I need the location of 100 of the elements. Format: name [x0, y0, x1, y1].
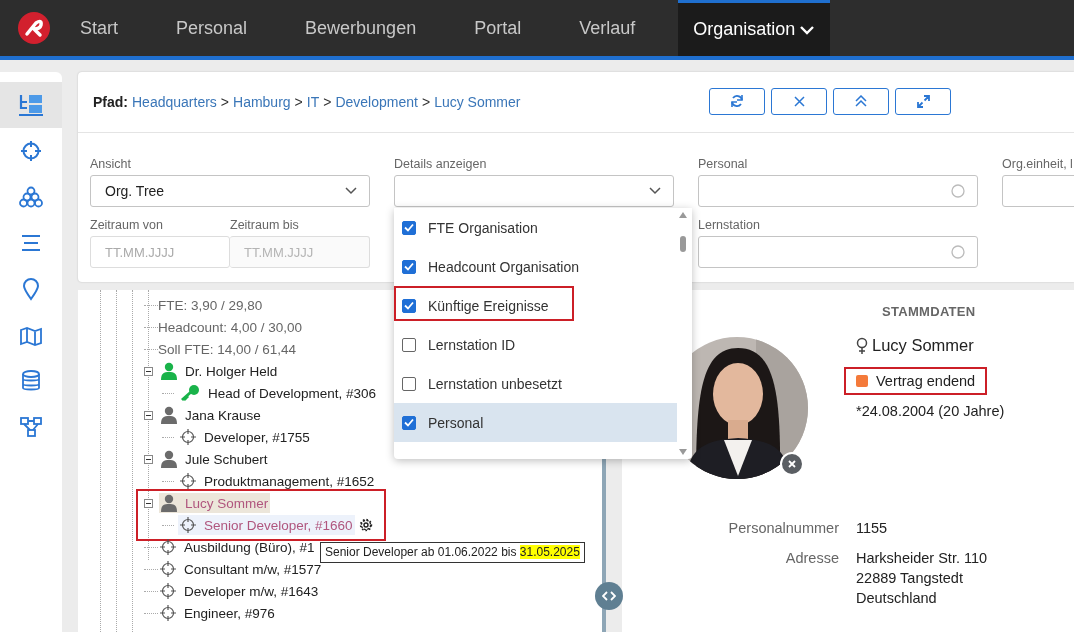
person-icon: [161, 494, 177, 512]
crosshair-icon: [20, 140, 42, 162]
tree-icon: [18, 93, 44, 117]
tree-item[interactable]: Engineer, #976: [158, 603, 277, 623]
tree-item[interactable]: Lucy Sommer: [159, 493, 271, 513]
scrollbar-thumb[interactable]: [680, 236, 686, 252]
checkbox[interactable]: [402, 220, 416, 235]
tree-item[interactable]: Developer m/w, #1643: [158, 581, 321, 601]
refresh-button[interactable]: [709, 87, 765, 115]
field-label: Org.einheit, l: [1002, 156, 1074, 173]
database-icon: [20, 369, 42, 393]
chevron-down-icon: [649, 187, 661, 195]
collapse-icon[interactable]: [144, 410, 153, 420]
tree-item[interactable]: Developer, #1755: [178, 427, 312, 447]
checkbox[interactable]: [402, 259, 416, 274]
breadcrumb-link[interactable]: Headquarters: [132, 94, 217, 110]
expand-button[interactable]: [895, 87, 951, 115]
logo-icon: [18, 12, 50, 44]
crosshair-icon: [180, 517, 196, 533]
breadcrumb-link[interactable]: Lucy Sommer: [434, 94, 521, 110]
chevron-down-icon: [345, 187, 357, 195]
female-icon: [856, 336, 868, 355]
field-label: Details anzeigen: [394, 156, 488, 173]
checkbox[interactable]: [402, 337, 416, 352]
option-label: Personal: [428, 414, 484, 431]
sidebar-item[interactable]: [0, 82, 62, 128]
nav-tab[interactable]: Organisation: [678, 0, 831, 56]
breadcrumb-link[interactable]: Hamburg: [233, 94, 291, 110]
scroll-up-icon[interactable]: [679, 212, 687, 218]
tree-item[interactable]: Consultant m/w, #1577: [158, 559, 324, 579]
status-label: Vertrag endend: [876, 373, 976, 389]
path-separator: >: [220, 94, 229, 110]
path-label: Pfad:: [93, 94, 128, 110]
circle-icon: [951, 245, 965, 259]
dropdown-option[interactable]: Headcount Organisation: [394, 247, 677, 286]
remove-photo-button[interactable]: [780, 452, 804, 476]
crosshair-icon: [160, 583, 176, 599]
dropdown-option[interactable]: FTE Organisation: [394, 208, 677, 247]
scroll-down-icon[interactable]: [679, 449, 687, 455]
section-heading: STAMMDATEN: [881, 304, 977, 319]
crosshair-icon: [160, 561, 176, 577]
field-value: Deutschland: [856, 590, 938, 606]
date-field[interactable]: TT.MM.JJJJ: [90, 236, 230, 268]
circle-icon: [951, 184, 965, 198]
person-icon: [161, 362, 177, 380]
person-name: Lucy Sommer: [872, 336, 974, 355]
checkbox[interactable]: [402, 415, 416, 430]
dropdown-option[interactable]: Personal: [394, 403, 677, 442]
close-icon: [788, 460, 796, 468]
tree-item[interactable]: Ausbildung (Büro), #1: [158, 537, 317, 557]
expand-icon: [916, 94, 930, 108]
field-label: Adresse: [784, 550, 839, 568]
collapse-button[interactable]: [833, 87, 889, 115]
settings-icon[interactable]: [358, 518, 373, 532]
breadcrumb-link[interactable]: Development: [335, 94, 418, 110]
tree-item[interactable]: Senior Developer, #1660: [178, 515, 355, 535]
breadcrumb-link[interactable]: IT: [306, 94, 320, 110]
nav-tab[interactable]: Bewerbungen: [290, 0, 432, 56]
tree-item[interactable]: Dr. Holger Held: [159, 361, 280, 381]
dropdown-option[interactable]: Künftige Ereignisse: [394, 286, 677, 325]
birth-date: *24.08.2004 (20 Jahre): [856, 403, 1005, 419]
learning-station-field[interactable]: [698, 236, 978, 268]
tree-item[interactable]: Produktmanagement, #1652: [178, 471, 377, 491]
list-icon: [20, 234, 42, 252]
crosshair-icon: [180, 429, 196, 445]
field-label: Personalnummer: [727, 520, 839, 536]
nav-tab[interactable]: Verlauf: [564, 0, 651, 56]
key-icon: [180, 384, 200, 402]
dropdown-option[interactable]: Lernstation unbesetzt: [394, 364, 677, 403]
nav-tab[interactable]: Portal: [459, 0, 537, 56]
collapse-icon[interactable]: [144, 498, 153, 508]
tree-stat: Soll FTE: 14,00 / 61,44: [158, 341, 297, 357]
view-select[interactable]: Org. Tree: [90, 175, 370, 207]
path-separator: >: [294, 94, 303, 110]
close-button[interactable]: [771, 87, 827, 115]
dropdown-option[interactable]: Lernstation ID: [394, 325, 677, 364]
nav-tab[interactable]: Personal: [161, 0, 263, 56]
nav-tab[interactable]: Start: [65, 0, 133, 56]
double-chevron-up-icon: [855, 95, 867, 107]
option-label: FTE Organisation: [428, 219, 538, 236]
crosshair-icon: [160, 539, 176, 555]
personal-field[interactable]: [698, 175, 978, 207]
tree-item[interactable]: Jule Schubert: [159, 449, 270, 469]
crosshair-icon: [180, 473, 196, 489]
collapse-icon[interactable]: [144, 454, 153, 464]
network-icon: [19, 416, 43, 438]
checkbox[interactable]: [402, 298, 416, 313]
close-icon: [793, 95, 805, 107]
option-label: Lernstation ID: [428, 336, 516, 353]
checkbox[interactable]: [402, 376, 416, 391]
location-pin-icon: [22, 277, 40, 301]
cluster-icon: [19, 186, 43, 208]
panel-resize-handle[interactable]: [595, 582, 623, 610]
tree-item[interactable]: Head of Development, #306: [178, 383, 379, 403]
path-separator: >: [323, 94, 332, 110]
tree-item[interactable]: Jana Krause: [159, 405, 263, 425]
field-value: 22889 Tangstedt: [856, 570, 964, 586]
collapse-icon[interactable]: [144, 366, 153, 376]
option-label: Künftige Ereignisse: [428, 297, 549, 314]
tree-stat: FTE: 3,90 / 29,80: [158, 297, 263, 313]
